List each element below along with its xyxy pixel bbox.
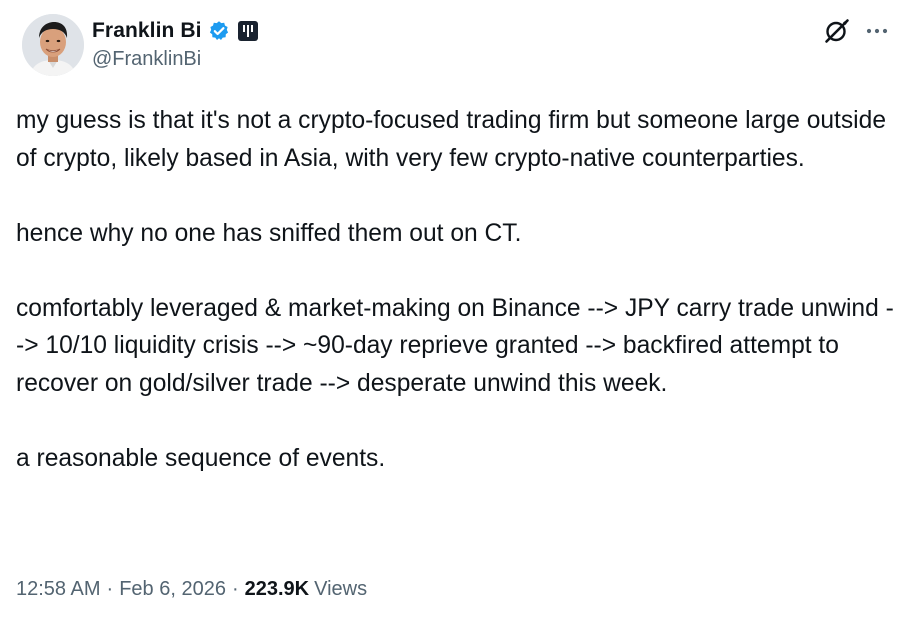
views-count[interactable]: 223.9K: [245, 578, 310, 601]
author-info: Franklin Bi @FranklinBi: [92, 16, 259, 71]
views-label: Views: [314, 578, 368, 600]
tweet-paragraph: a reasonable sequence of events.: [16, 444, 386, 472]
avatar[interactable]: [22, 14, 84, 76]
more-icon[interactable]: [862, 16, 892, 46]
tweet: Franklin Bi @FranklinBi my guess is that…: [0, 0, 907, 622]
tweet-date[interactable]: Feb 6, 2026: [119, 578, 226, 601]
meta-separator: ·: [106, 578, 114, 600]
user-handle[interactable]: @FranklinBi: [92, 48, 259, 71]
tweet-text: my guess is that it's not a crypto-focus…: [16, 102, 896, 477]
meta-separator: ·: [231, 578, 239, 600]
avatar-image: [22, 14, 84, 76]
tweet-paragraph: hence why no one has sniffed them out on…: [16, 219, 522, 247]
tweet-paragraph: my guess is that it's not a crypto-focus…: [16, 107, 887, 172]
tweet-time[interactable]: 12:58 AM: [16, 578, 101, 601]
display-name[interactable]: Franklin Bi: [92, 19, 202, 43]
verified-badge-icon[interactable]: [208, 20, 230, 42]
tweet-header: Franklin Bi @FranklinBi: [22, 14, 892, 80]
tweet-paragraph: comfortably leveraged & market-making on…: [16, 294, 894, 397]
tweet-meta: 12:58 AM · Feb 6, 2026 · 223.9K Views: [16, 578, 367, 601]
header-actions: [822, 16, 892, 46]
grok-icon[interactable]: [822, 16, 852, 46]
affiliate-badge-icon[interactable]: [237, 20, 259, 42]
name-row: Franklin Bi: [92, 16, 259, 46]
